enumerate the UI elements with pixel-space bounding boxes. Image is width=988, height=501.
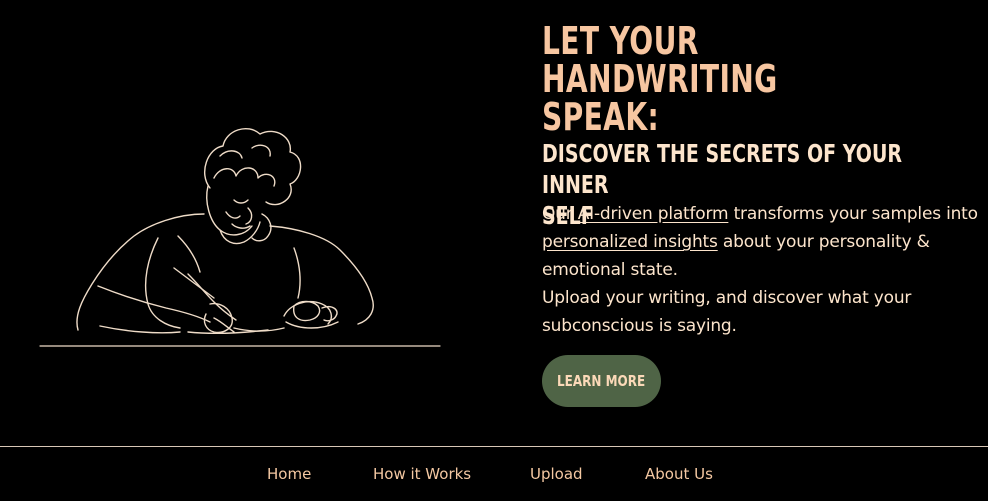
nav-home[interactable]: Home <box>267 465 311 483</box>
writer-illustration <box>38 118 442 350</box>
nav-how-it-works[interactable]: How it Works <box>373 465 471 483</box>
description-paragraph-1: Our AI-driven platform transforms your s… <box>542 200 982 284</box>
footer-nav: Home How it Works Upload About Us <box>0 465 988 489</box>
subheading-line-1: DISCOVER THE SECRETS OF YOUR INNER <box>542 139 903 199</box>
ai-platform-link[interactable]: AI-driven platform <box>578 204 729 224</box>
nav-about-us[interactable]: About Us <box>645 465 713 483</box>
learn-more-label: LEARN MORE <box>557 372 646 390</box>
headline: LET YOUR HANDWRITING SPEAK: <box>542 22 942 136</box>
learn-more-button[interactable]: LEARN MORE <box>542 355 661 407</box>
personalized-insights-link[interactable]: personalized insights <box>542 232 718 252</box>
description-text: Our <box>542 204 578 224</box>
description-text: transforms your samples into <box>728 204 978 224</box>
nav-upload[interactable]: Upload <box>530 465 583 483</box>
description-paragraph-2: Upload your writing, and discover what y… <box>542 288 912 336</box>
hero-description: Our AI-driven platform transforms your s… <box>542 200 982 340</box>
footer-divider <box>0 446 988 447</box>
headline-line-2: SPEAK: <box>542 95 660 139</box>
headline-line-1: LET YOUR HANDWRITING <box>542 19 778 101</box>
